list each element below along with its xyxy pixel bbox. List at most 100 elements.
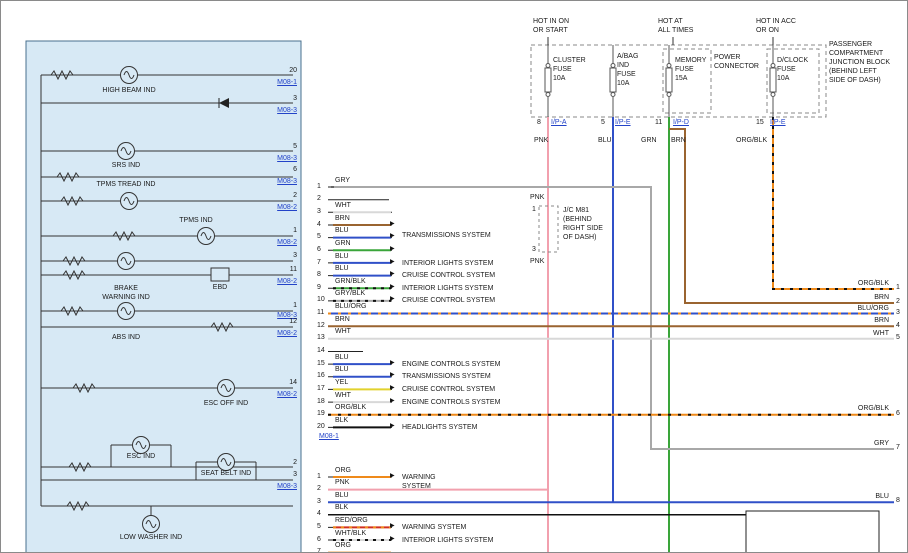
panel-pin-conn-link[interactable]: M08-3 <box>265 178 297 186</box>
wire-color-label: BLU <box>335 366 349 374</box>
wire-pin-number: 6 <box>317 536 321 544</box>
panel-pin-num: 2 <box>283 192 297 200</box>
edge-pin-number: 1 <box>896 284 900 292</box>
junction-block-caption: SIDE OF DASH) <box>829 77 881 85</box>
panel-pin-conn-link[interactable]: M08-3 <box>265 155 297 163</box>
wire-pin-number: 4 <box>317 221 321 229</box>
wire-color-label: GRY/BLK <box>335 290 365 298</box>
memory-fuse-icon <box>666 45 672 117</box>
connector-row: 7 ORG <box>315 546 605 553</box>
cluster-fuse-icon <box>545 45 551 117</box>
wire-color-label: BRN <box>335 215 350 223</box>
system-label: TRANSMISSIONS SYSTEM <box>402 372 491 381</box>
fuse-out-conn-link[interactable]: I/P-D <box>673 119 689 127</box>
wire-color-label: GRN <box>335 240 351 248</box>
wire-pin-number: 3 <box>317 498 321 506</box>
connector-row: 2 PNK <box>315 483 605 496</box>
fuse-out-conn-link[interactable]: I/P-E <box>770 119 786 127</box>
fuse-out-conn-link[interactable]: I/P-A <box>551 119 567 127</box>
fuse-out-pin: 8 <box>537 119 541 127</box>
fuse-out-pin: 5 <box>601 119 605 127</box>
fuse-out-conn-link[interactable]: I/P-E <box>615 119 631 127</box>
wire-color-label: WHT <box>335 328 351 336</box>
panel-pin-conn-link[interactable]: M08-1 <box>265 79 297 87</box>
edge-pin-number: 6 <box>896 410 900 418</box>
wire-pin-number: 11 <box>317 309 324 317</box>
indicator-label-esc: ESC IND <box>127 453 155 461</box>
panel-pin-conn-link[interactable]: M08-3 <box>265 107 297 115</box>
arrow-right-icon: ▶ <box>390 270 395 278</box>
panel-pin-conn-link[interactable]: M08-2 <box>265 239 297 247</box>
wire-pin-number: 10 <box>317 296 325 304</box>
wire-color-label: BLU <box>335 253 349 261</box>
wire-brn <box>669 129 894 303</box>
edge-wire-color: BRN <box>841 294 889 302</box>
panel-pin-conn-link[interactable]: M08-2 <box>265 330 297 338</box>
connector-row: 19 ORG/BLK <box>315 408 605 421</box>
wire-color-label: BLU <box>335 354 349 362</box>
edge-pin-number: 2 <box>896 298 900 306</box>
wire-pin-number: 14 <box>317 347 325 355</box>
edge-wire-color: BLU/ORG <box>841 305 889 313</box>
panel-pin-conn-link[interactable]: M08-2 <box>265 204 297 212</box>
wire-pin-number: 13 <box>317 334 325 342</box>
wire-orgblk <box>773 117 894 289</box>
indicator-label-brake-2: WARNING IND <box>102 294 150 302</box>
wire-color-label: WHT <box>335 392 351 400</box>
fuse-label-abag: A/BAG <box>617 53 638 61</box>
fuse-rating-dclock: 10A <box>777 75 789 83</box>
fuse-rating-abag: 10A <box>617 80 629 88</box>
connector-row: 6 WHT/BLK ▶ INTERIOR LIGHTS SYSTEM <box>315 534 605 547</box>
arrow-right-icon: ▶ <box>390 535 395 543</box>
panel-pin-num: 11 <box>283 266 297 274</box>
indicator-label-tpms-tread: TPMS TREAD IND <box>97 181 156 189</box>
panel-pin-conn-link[interactable]: M08-3 <box>265 483 297 491</box>
connector-row: 1 GRY <box>315 181 605 194</box>
panel-pin-num: 3 <box>283 95 297 103</box>
wire-color-label: BLU <box>598 137 612 145</box>
arrow-right-icon: ▶ <box>390 384 395 392</box>
edge-wire-color: BRN <box>841 317 889 325</box>
fuse-out-pin: 15 <box>756 119 764 127</box>
junction-block-caption: COMPARTMENT <box>829 50 883 58</box>
connector-row: 13 WHT <box>315 332 605 345</box>
connector-row: 11 BLU/ORG <box>315 307 605 320</box>
indicator-label-high-beam: HIGH BEAM IND <box>102 87 155 95</box>
arrow-right-icon: ▶ <box>390 371 395 379</box>
fuse-out-pin: 11 <box>655 119 662 127</box>
connector-row: 7 BLU ▶ INTERIOR LIGHTS SYSTEM <box>315 257 605 270</box>
arrow-right-icon: ▶ <box>390 422 395 430</box>
junction-block-caption: JUNCTION BLOCK <box>829 59 890 67</box>
wire-color-label: WHT/BLK <box>335 530 366 538</box>
wire-color-label: BLU <box>335 265 349 273</box>
connector-ref-link[interactable]: M08-1 <box>319 433 339 441</box>
connector-b-rows: 1 ORG ▶ WARNING SYSTEM 2 PNK 3 BLU 4 BLK… <box>315 471 605 553</box>
wire-color-label: RED/ORG <box>335 517 368 525</box>
wire-pin-number: 3 <box>317 208 321 216</box>
system-label: ENGINE CONTROLS SYSTEM <box>402 398 500 407</box>
wire-pin-number: 8 <box>317 271 321 279</box>
wire-pin-number: 12 <box>317 322 325 330</box>
wire-color-label: WHT <box>335 202 351 210</box>
connector-row: 4 BRN ▶ <box>315 219 605 232</box>
cluster-panel-box <box>26 41 301 553</box>
edge-wire-color: WHT <box>841 330 889 338</box>
wire-color-label: BLU <box>335 227 349 235</box>
panel-pin-conn-link[interactable]: M08-2 <box>265 278 297 286</box>
panel-pin-conn-link[interactable]: M08-2 <box>265 391 297 399</box>
wire-color-label: BLU/ORG <box>335 303 367 311</box>
system-label: INTERIOR LIGHTS SYSTEM <box>402 284 493 293</box>
arrow-right-icon: ▶ <box>390 283 395 291</box>
system-label: INTERIOR LIGHTS SYSTEM <box>402 536 493 545</box>
panel-pin-num: 20 <box>283 67 297 75</box>
wire-pin-number: 4 <box>317 510 321 518</box>
wire-pin-number: 7 <box>317 259 321 267</box>
arrow-right-icon: ▶ <box>390 220 395 228</box>
wiring-diagram: HIGH BEAM IND SRS IND TPMS TREAD IND TPM… <box>0 0 908 553</box>
wire-color-label: YEL <box>335 379 348 387</box>
edge-wire-color: GRY <box>841 440 889 448</box>
wire-color-label: BLU <box>335 492 349 500</box>
panel-pin-num: 2 <box>283 459 297 467</box>
wire-color-label: BLK <box>335 417 348 425</box>
system-label: CRUISE CONTROL SYSTEM <box>402 271 495 280</box>
